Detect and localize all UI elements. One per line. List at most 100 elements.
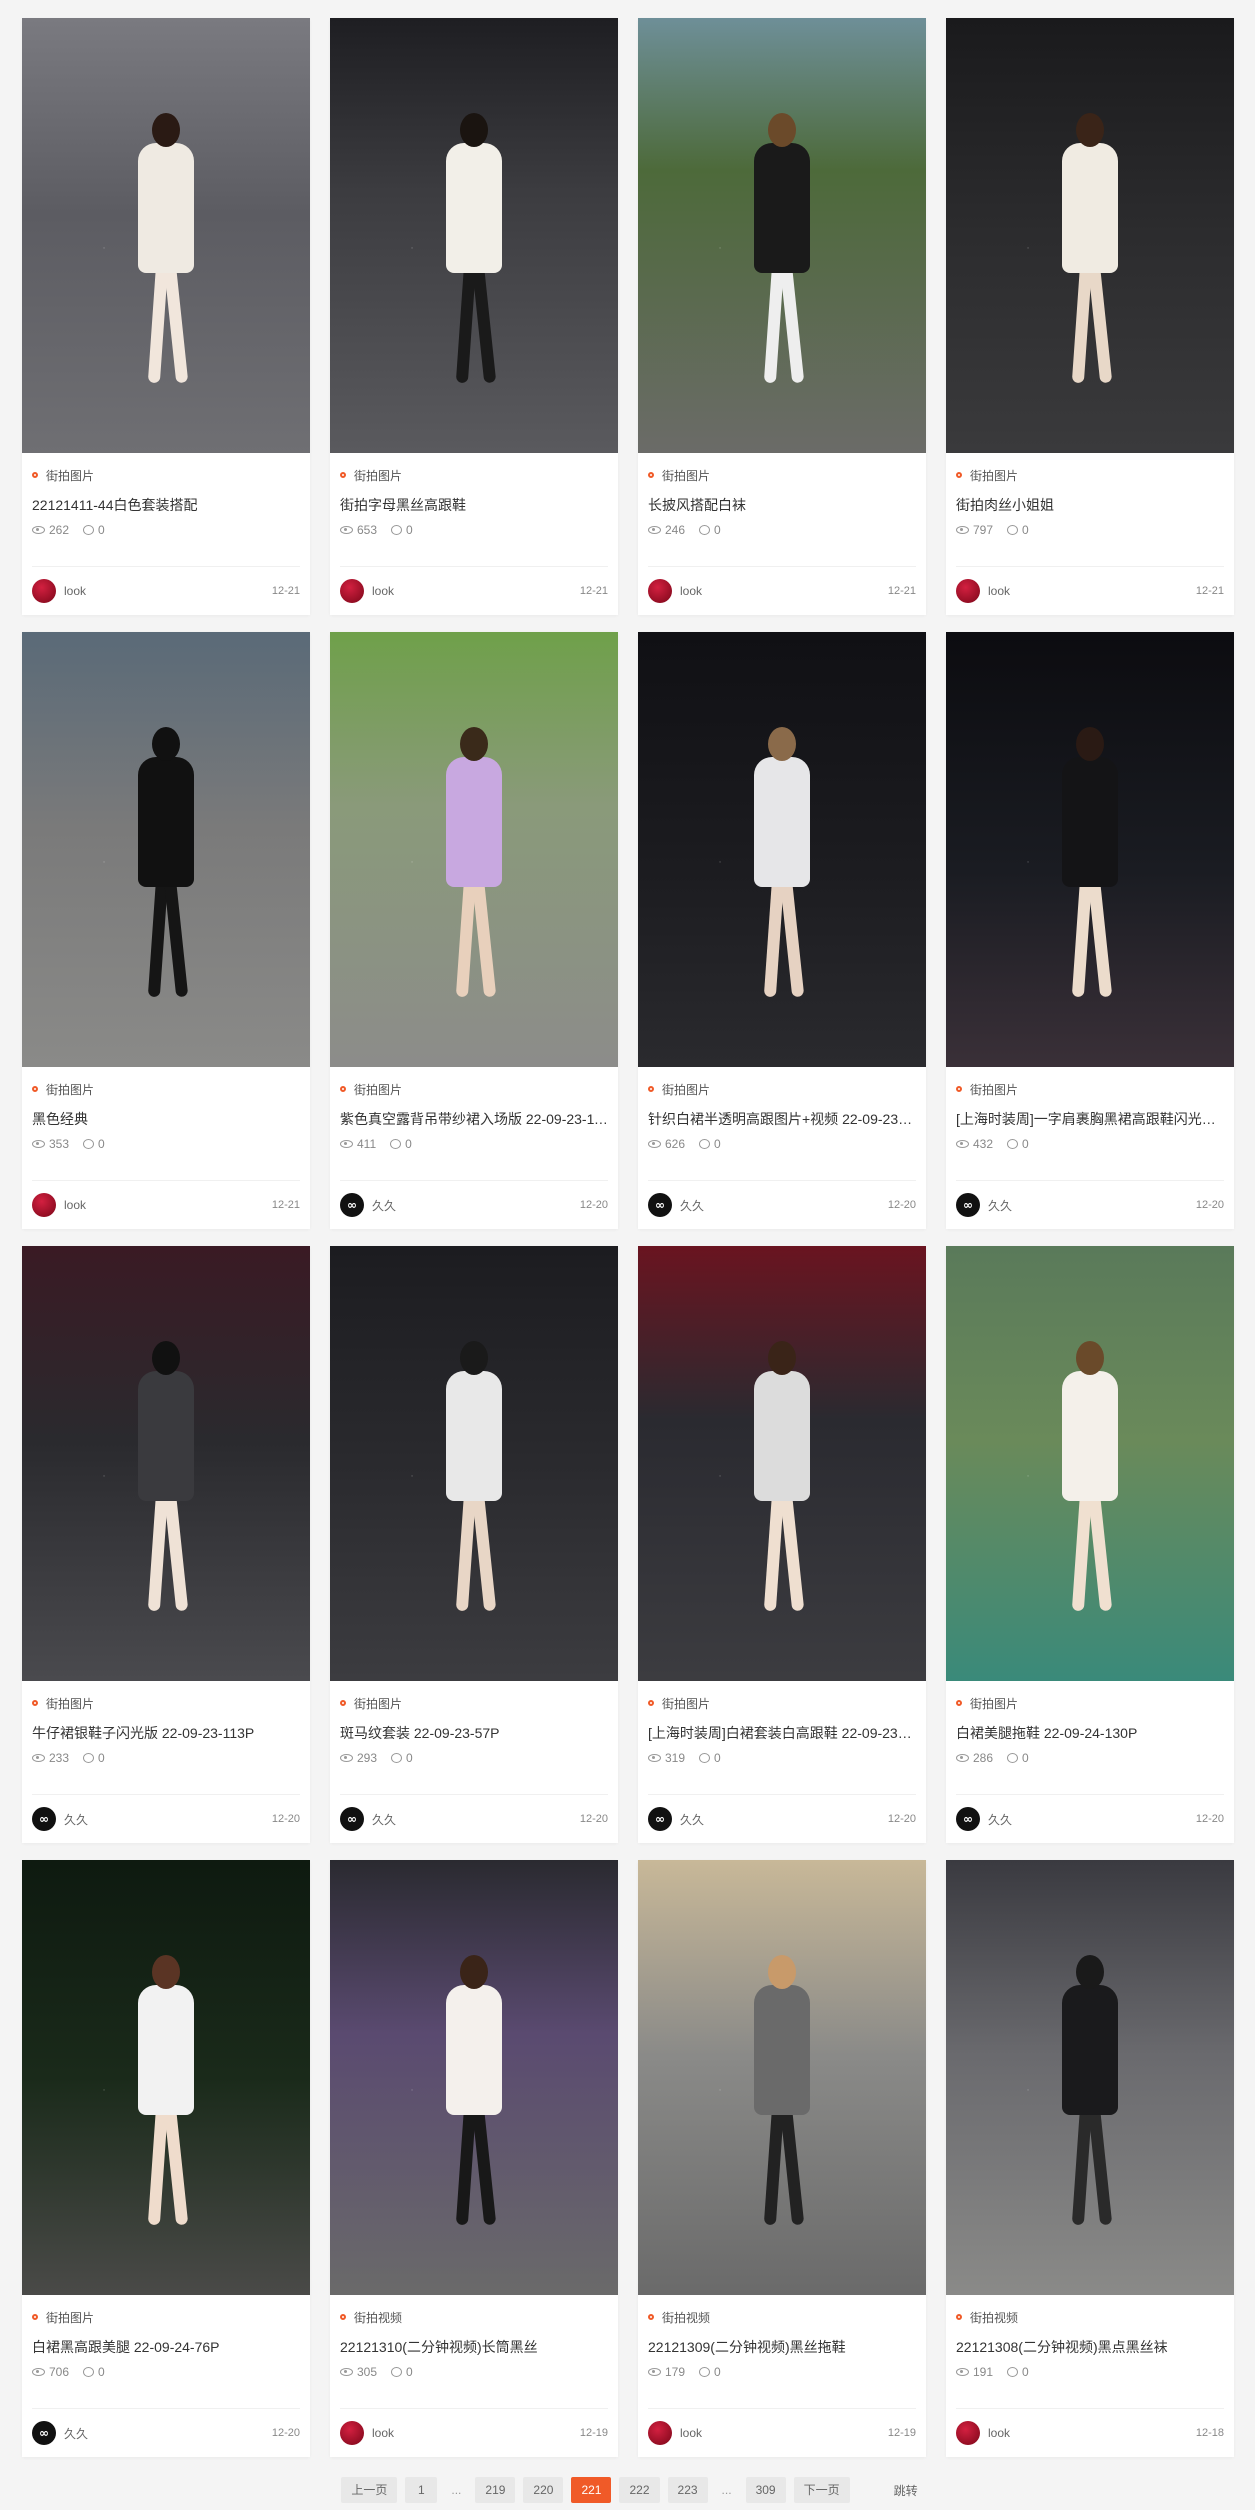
author-link[interactable]: ∞ 久久 (340, 1193, 396, 1217)
post-stats: 706 0 (32, 2365, 300, 2379)
post-card[interactable]: · 街拍图片 街拍肉丝小姐姐 797 0 look 12-21 (946, 18, 1234, 615)
post-title[interactable]: 长披风搭配白袜 (648, 495, 916, 513)
post-title[interactable]: 斑马纹套装 22-09-23-57P (340, 1723, 608, 1741)
page-button-current[interactable]: 221 (571, 2477, 612, 2503)
post-card[interactable]: · 街拍图片 22121411-44白色套装搭配 262 0 look 12-2… (22, 18, 310, 615)
post-category[interactable]: 街拍图片 (648, 1695, 916, 1711)
post-title[interactable]: 街拍字母黑丝高跟鞋 (340, 495, 608, 513)
post-category[interactable]: 街拍图片 (956, 467, 1224, 483)
post-thumbnail[interactable]: · (22, 1860, 310, 2295)
post-thumbnail[interactable]: · (22, 1246, 310, 1681)
post-card[interactable]: · 街拍视频 22121308(二分钟视频)黑点黑丝袜 191 0 look 1… (946, 1860, 1234, 2457)
page-button[interactable]: 220 (523, 2477, 564, 2503)
post-thumbnail[interactable]: · (946, 18, 1234, 453)
post-category[interactable]: 街拍图片 (340, 1081, 608, 1097)
jump-link[interactable]: 跳转 (894, 2482, 918, 2499)
category-dot-icon (340, 472, 346, 478)
author-link[interactable]: look (32, 579, 86, 603)
author-link[interactable]: ∞ 久久 (32, 1807, 88, 1831)
post-title[interactable]: 22121411-44白色套装搭配 (32, 495, 300, 513)
author-link[interactable]: ∞ 久久 (32, 2421, 88, 2445)
post-card[interactable]: · 街拍图片 [上海时装周]一字肩裹胸黑裙高跟鞋闪光版 22-09-23-98P… (946, 632, 1234, 1229)
post-card[interactable]: · 街拍图片 黑色经典 353 0 look 12-21 (22, 632, 310, 1229)
post-card[interactable]: · 街拍视频 22121309(二分钟视频)黑丝拖鞋 179 0 look 12… (638, 1860, 926, 2457)
page-button-first[interactable]: 1 (405, 2477, 438, 2503)
post-category[interactable]: 街拍图片 (956, 1695, 1224, 1711)
post-thumbnail[interactable]: · (638, 18, 926, 453)
figure-body (138, 757, 194, 887)
post-thumbnail[interactable]: · (330, 1246, 618, 1681)
post-title[interactable]: [上海时装周]一字肩裹胸黑裙高跟鞋闪光版 22-09-23-98P (956, 1109, 1224, 1127)
post-thumbnail[interactable]: · (946, 1860, 1234, 2295)
author-link[interactable]: look (648, 579, 702, 603)
post-card[interactable]: · 街拍图片 针织白裙半透明高跟图片+视频 22-09-23-118P 626 … (638, 632, 926, 1229)
author-link[interactable]: ∞ 久久 (648, 1807, 704, 1831)
post-title[interactable]: 牛仔裙银鞋子闪光版 22-09-23-113P (32, 1723, 300, 1741)
post-thumbnail[interactable]: · (330, 632, 618, 1067)
post-category[interactable]: 街拍图片 (32, 1081, 300, 1097)
post-title[interactable]: 黑色经典 (32, 1109, 300, 1127)
author-link[interactable]: look (32, 1193, 86, 1217)
post-card[interactable]: · 街拍图片 牛仔裙银鞋子闪光版 22-09-23-113P 233 0 ∞ 久… (22, 1246, 310, 1843)
post-category[interactable]: 街拍视频 (340, 2309, 608, 2325)
author-link[interactable]: look (340, 579, 394, 603)
post-thumbnail[interactable]: · (638, 1246, 926, 1681)
post-card[interactable]: · 街拍图片 白裙黑高跟美腿 22-09-24-76P 706 0 ∞ 久久 1… (22, 1860, 310, 2457)
post-title[interactable]: 针织白裙半透明高跟图片+视频 22-09-23-118P (648, 1109, 916, 1127)
post-date: 12-20 (1195, 1199, 1224, 1211)
post-card[interactable]: · 街拍图片 长披风搭配白袜 246 0 look 12-21 (638, 18, 926, 615)
post-category[interactable]: 街拍图片 (956, 1081, 1224, 1097)
post-card[interactable]: · 街拍图片 斑马纹套装 22-09-23-57P 293 0 ∞ 久久 12-… (330, 1246, 618, 1843)
post-title[interactable]: 紫色真空露背吊带纱裙入场版 22-09-23-111P (340, 1109, 608, 1127)
post-category[interactable]: 街拍图片 (648, 1081, 916, 1097)
post-title[interactable]: 白裙黑高跟美腿 22-09-24-76P (32, 2337, 300, 2355)
author-link[interactable]: look (648, 2421, 702, 2445)
post-title[interactable]: 白裙美腿拖鞋 22-09-24-130P (956, 1723, 1224, 1741)
figure-leg (471, 262, 497, 384)
post-category[interactable]: 街拍视频 (956, 2309, 1224, 2325)
post-category[interactable]: 街拍图片 (32, 2309, 300, 2325)
post-card[interactable]: · 街拍图片 街拍字母黑丝高跟鞋 653 0 look 12-21 (330, 18, 618, 615)
page-button[interactable]: 222 (619, 2477, 660, 2503)
post-category[interactable]: 街拍图片 (32, 467, 300, 483)
prev-page-button[interactable]: 上一页 (341, 2477, 398, 2503)
post-thumbnail[interactable]: · (22, 632, 310, 1067)
post-card[interactable]: · 街拍图片 白裙美腿拖鞋 22-09-24-130P 286 0 ∞ 久久 1… (946, 1246, 1234, 1843)
post-date: 12-20 (887, 1199, 916, 1211)
page-button[interactable]: 219 (475, 2477, 516, 2503)
next-page-button[interactable]: 下一页 (793, 2477, 850, 2503)
post-thumbnail[interactable]: · (946, 1246, 1234, 1681)
author-link[interactable]: ∞ 久久 (956, 1193, 1012, 1217)
page-button[interactable]: 223 (667, 2477, 708, 2503)
post-title[interactable]: [上海时装周]白裙套装白高跟鞋 22-09-23-64P (648, 1723, 916, 1741)
post-title[interactable]: 街拍肉丝小姐姐 (956, 495, 1224, 513)
post-card[interactable]: · 街拍图片 [上海时装周]白裙套装白高跟鞋 22-09-23-64P 319 … (638, 1246, 926, 1843)
post-stats: 319 0 (648, 1751, 916, 1765)
post-category[interactable]: 街拍图片 (340, 467, 608, 483)
post-thumbnail[interactable]: · (946, 632, 1234, 1067)
post-category[interactable]: 街拍图片 (32, 1695, 300, 1711)
post-card[interactable]: · 街拍图片 紫色真空露背吊带纱裙入场版 22-09-23-111P 411 0 (330, 632, 618, 1229)
page-button-last[interactable]: 309 (745, 2477, 786, 2503)
post-thumbnail[interactable]: · (330, 18, 618, 453)
post-thumbnail[interactable]: · (330, 1860, 618, 2295)
author-link[interactable]: ∞ 久久 (956, 1807, 1012, 1831)
post-category[interactable]: 街拍图片 (648, 467, 916, 483)
post-title[interactable]: 22121309(二分钟视频)黑丝拖鞋 (648, 2337, 916, 2355)
author-link[interactable]: ∞ 久久 (340, 1807, 396, 1831)
post-thumbnail[interactable]: · (638, 1860, 926, 2295)
post-thumbnail[interactable]: · (22, 18, 310, 453)
category-label: 街拍图片 (354, 468, 403, 483)
post-card[interactable]: · 街拍视频 22121310(二分钟视频)长筒黑丝 305 0 look 12… (330, 1860, 618, 2457)
author-link[interactable]: look (340, 2421, 394, 2445)
author-link[interactable]: look (956, 579, 1010, 603)
post-category[interactable]: 街拍视频 (648, 2309, 916, 2325)
post-title[interactable]: 22121310(二分钟视频)长筒黑丝 (340, 2337, 608, 2355)
post-thumbnail[interactable]: · (638, 632, 926, 1067)
post-footer: look 12-21 (956, 566, 1224, 615)
post-category[interactable]: 街拍图片 (340, 1695, 608, 1711)
post-title[interactable]: 22121308(二分钟视频)黑点黑丝袜 (956, 2337, 1224, 2355)
author-link[interactable]: ∞ 久久 (648, 1193, 704, 1217)
post-stats: 262 0 (32, 523, 300, 537)
author-link[interactable]: look (956, 2421, 1010, 2445)
